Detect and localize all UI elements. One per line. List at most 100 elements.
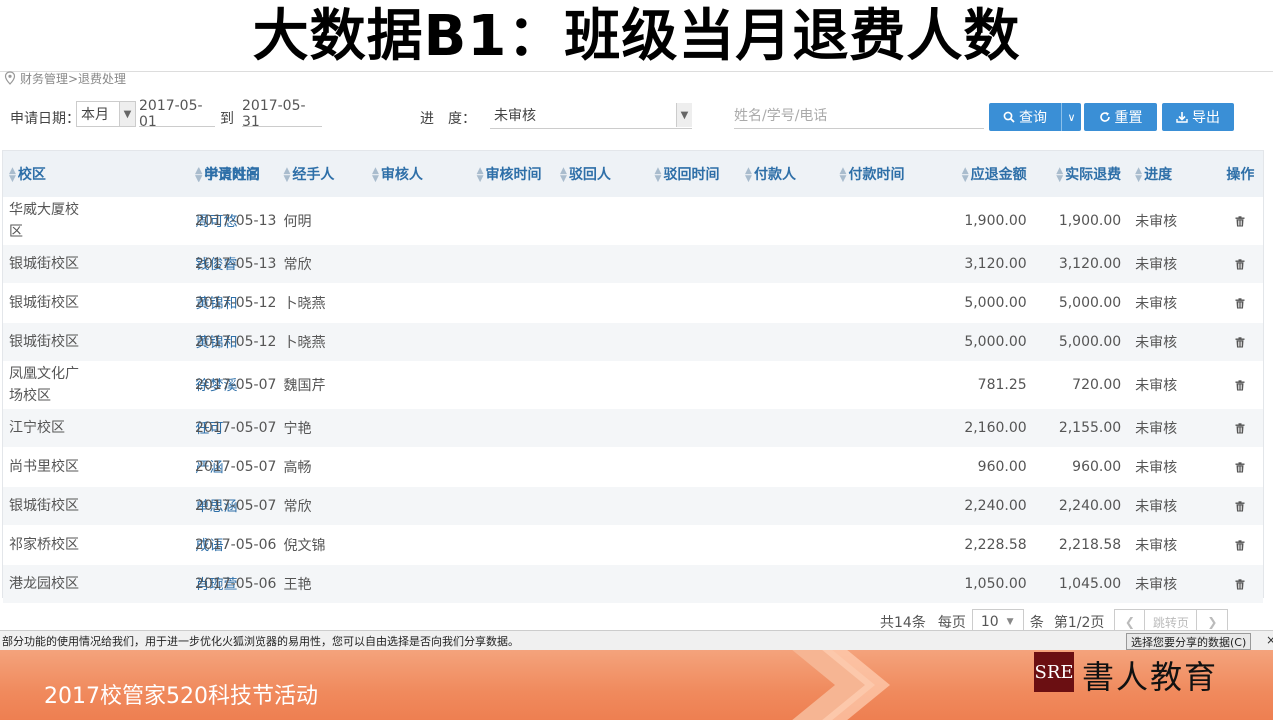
cell-campus: 银城街校区 bbox=[9, 256, 79, 272]
cell-due-amount: 2,228.58 bbox=[964, 537, 1027, 553]
trash-icon[interactable] bbox=[1235, 578, 1245, 590]
trash-icon[interactable] bbox=[1235, 297, 1245, 309]
cell-empty bbox=[554, 525, 649, 565]
cell-actions bbox=[1218, 447, 1263, 487]
query-dropdown-toggle[interactable]: ∨ bbox=[1061, 103, 1081, 131]
cell-empty bbox=[366, 323, 471, 361]
cell-actual-refund: 2,155.00 bbox=[1058, 420, 1122, 436]
column-header[interactable]: ▲ ▼ 申请时间 bbox=[189, 151, 277, 197]
share-data-button[interactable]: 选择您要分享的数据(C) bbox=[1126, 633, 1252, 650]
cell-apply-date: 2017-05-12 bbox=[195, 295, 277, 311]
cell-empty bbox=[649, 409, 740, 447]
browser-notification-bar: 部分功能的使用情况给我们，用于进一步优化火狐浏览器的易用性，您可以自由选择是否向… bbox=[0, 630, 1273, 650]
cell-empty bbox=[554, 283, 649, 323]
trash-icon[interactable] bbox=[1235, 461, 1245, 473]
trash-icon[interactable] bbox=[1235, 500, 1245, 512]
cell-empty bbox=[554, 409, 649, 447]
refund-table: ▲ ▼ 校区 ▲ ▼ 学员姓名 ▲ ▼ 申请时间 ▲ ▼ 经手人 ▲ ▼ 审核人 ▲ ▼ 审核时间 ▲ ▼… bbox=[2, 150, 1264, 603]
cell-actions bbox=[1218, 361, 1263, 409]
trash-icon[interactable] bbox=[1235, 258, 1245, 270]
breadcrumb: 财务管理>退费处理 bbox=[4, 70, 126, 86]
cell-actions bbox=[1218, 525, 1263, 565]
cell-empty bbox=[649, 283, 740, 323]
search-icon bbox=[1003, 111, 1015, 123]
cell-status: 未审核 bbox=[1135, 378, 1178, 394]
column-header[interactable]: ▲ ▼ 付款人 bbox=[739, 151, 834, 197]
cell-apply-date: 2017-05-13 bbox=[195, 256, 277, 272]
cell-empty bbox=[834, 447, 931, 487]
cell-empty bbox=[739, 361, 834, 409]
cell-student-link[interactable]: 任可 bbox=[96, 409, 224, 447]
cell-student-link[interactable]: 周可悠 bbox=[96, 197, 238, 245]
period-select[interactable]: 本月 ▼ bbox=[76, 101, 136, 127]
close-icon[interactable]: × bbox=[1266, 633, 1273, 647]
column-header[interactable]: ▲ ▼ 学员姓名 bbox=[96, 151, 261, 197]
column-header[interactable]: ▲ ▼ 驳回时间 bbox=[649, 151, 740, 197]
cell-empty bbox=[739, 447, 834, 487]
column-header[interactable]: ▲ ▼ 审核人 bbox=[366, 151, 471, 197]
date-from-input[interactable]: 2017-05-01 bbox=[139, 98, 215, 130]
cell-student-link[interactable]: 徐梦溪 bbox=[96, 361, 238, 409]
cell-student-link[interactable]: 严涵 bbox=[96, 447, 224, 487]
cell-apply-date: 2017-05-07 bbox=[195, 420, 277, 436]
column-header[interactable]: ▲ ▼ 审核时间 bbox=[471, 151, 554, 197]
cell-campus: 银城街校区 bbox=[9, 295, 79, 311]
trash-icon[interactable] bbox=[1235, 336, 1245, 348]
cell-empty bbox=[739, 487, 834, 525]
double-chevron-down-icon: ∨ bbox=[1067, 110, 1076, 124]
search-input[interactable]: 姓名/学号/电话 bbox=[734, 101, 984, 129]
cell-empty bbox=[834, 361, 931, 409]
sort-icon: ▲ ▼ bbox=[560, 166, 567, 184]
column-header[interactable]: ▲ ▼ 校区 bbox=[3, 151, 96, 197]
cell-empty bbox=[554, 361, 649, 409]
column-header[interactable]: ▲ ▼ 经手人 bbox=[278, 151, 366, 197]
cell-student-link[interactable]: 黄锦和 bbox=[96, 323, 238, 361]
cell-empty bbox=[834, 565, 931, 603]
cell-apply-date: 2017-05-06 bbox=[195, 576, 277, 592]
table-row: 祁家桥校区 成语 2017-05-06 倪文锦 2,228.58 2,218.58 未审核 bbox=[3, 525, 1263, 565]
cell-empty bbox=[366, 565, 471, 603]
cell-student-link[interactable]: 成语 bbox=[96, 525, 224, 565]
cell-status: 未审核 bbox=[1135, 538, 1178, 554]
cell-actions bbox=[1218, 487, 1263, 525]
cell-empty bbox=[366, 409, 471, 447]
chevron-down-icon: ▼ bbox=[676, 103, 692, 127]
progress-select[interactable]: 未审核 ▼ bbox=[490, 101, 692, 129]
cell-empty bbox=[834, 525, 931, 565]
cell-empty bbox=[366, 487, 471, 525]
cell-empty bbox=[554, 323, 649, 361]
cell-student-link[interactable]: 黄锦和 bbox=[96, 283, 238, 323]
trash-icon[interactable] bbox=[1235, 215, 1245, 227]
reset-button[interactable]: 重置 bbox=[1084, 103, 1157, 131]
refresh-icon bbox=[1099, 112, 1110, 122]
trash-icon[interactable] bbox=[1235, 422, 1245, 434]
cell-due-amount: 781.25 bbox=[977, 377, 1027, 393]
logo-mark: SRE bbox=[1034, 652, 1074, 692]
cell-due-amount: 960.00 bbox=[977, 459, 1027, 475]
progress-select-value: 未审核 bbox=[494, 107, 536, 124]
sort-icon: ▲ ▼ bbox=[839, 166, 847, 184]
cell-student-link[interactable]: 单思涵 bbox=[96, 487, 238, 525]
cell-student-link[interactable]: 肖琬萱 bbox=[96, 565, 238, 603]
trash-icon[interactable] bbox=[1235, 539, 1245, 551]
cell-student-link[interactable]: 钱俊睿 bbox=[96, 245, 238, 283]
date-to-input[interactable]: 2017-05-31 bbox=[242, 98, 322, 130]
trash-icon[interactable] bbox=[1235, 379, 1245, 391]
column-header[interactable]: ▲ ▼ 实际退费 bbox=[1035, 151, 1130, 197]
cell-apply-date: 2017-05-07 bbox=[195, 498, 277, 514]
sort-icon: ▲ ▼ bbox=[195, 166, 202, 184]
query-label: 查询 bbox=[1019, 110, 1047, 126]
export-button[interactable]: 导出 bbox=[1162, 103, 1234, 131]
column-header[interactable]: ▲ ▼ 驳回人 bbox=[554, 151, 649, 197]
cell-campus: 凤凰文化广场校区 bbox=[9, 366, 79, 404]
cell-status: 未审核 bbox=[1135, 577, 1178, 593]
cell-empty bbox=[471, 565, 554, 603]
column-header[interactable]: ▲ ▼ 付款时间 bbox=[834, 151, 931, 197]
column-header[interactable]: ▲ ▼ 进度 bbox=[1129, 151, 1217, 197]
pager-unit: 条 bbox=[1029, 615, 1044, 631]
query-button[interactable]: 查询 bbox=[989, 103, 1061, 131]
pager-total: 共14条 bbox=[880, 615, 926, 631]
cell-actual-refund: 2,218.58 bbox=[1058, 537, 1122, 553]
breadcrumb-text[interactable]: 财务管理>退费处理 bbox=[20, 70, 126, 86]
column-header[interactable]: ▲ ▼ 应退金额 bbox=[930, 151, 1035, 197]
